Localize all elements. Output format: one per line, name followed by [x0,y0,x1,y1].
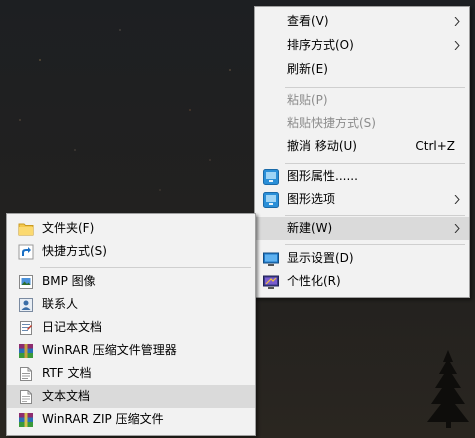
chevron-right-icon [454,224,460,233]
menu-item-refresh[interactable]: 刷新(E) [255,58,469,81]
folder-icon [18,223,34,236]
menu-item-view[interactable]: 查看(V) [255,10,469,33]
menu-item-undo-move[interactable]: 撤消 移动(U) Ctrl+Z [255,135,469,158]
submenu-item-label: WinRAR ZIP 压缩文件 [42,412,164,426]
menu-item-label: 查看(V) [287,14,329,28]
submenu-item-rtf-document[interactable]: RTF 文档 [7,362,255,385]
submenu-item-label: 联系人 [42,297,79,311]
menu-item-personalize[interactable]: 个性化(R) [255,270,469,293]
menu-separator [285,244,465,245]
tree-silhouette-decoration [427,350,469,428]
submenu-item-label: 文本文档 [42,389,91,403]
menu-item-shortcut: Ctrl+Z [415,139,455,153]
submenu-item-winrar-archive[interactable]: WinRAR 压缩文件管理器 [7,339,255,362]
menu-item-label: 个性化(R) [287,274,341,288]
menu-item-label: 新建(W) [287,221,333,235]
submenu-item-bmp-image[interactable]: BMP 图像 [7,270,255,293]
submenu-item-label: 文件夹(F) [42,221,95,235]
submenu-item-folder[interactable]: 文件夹(F) [7,217,255,240]
menu-item-display-settings[interactable]: 显示设置(D) [255,247,469,270]
menu-separator [285,215,465,216]
submenu-item-label: RTF 文档 [42,366,92,380]
submenu-item-label: 快捷方式(S) [42,244,107,258]
submenu-item-shortcut[interactable]: 快捷方式(S) [7,240,255,263]
menu-separator [285,87,465,88]
bmp-image-icon [19,275,33,289]
desktop-context-menu: 查看(V) 排序方式(O) 刷新(E) 粘贴(P) 粘贴快捷方式(S) 撤消 移… [254,6,470,298]
chevron-right-icon [454,17,460,26]
personalize-icon [263,275,279,289]
menu-separator [285,163,465,164]
menu-separator [40,267,251,268]
menu-item-label: 粘贴(P) [287,93,328,107]
submenu-item-label: 日记本文档 [42,320,103,334]
new-submenu: 文件夹(F) 快捷方式(S) BMP 图像 联系人 日记本文档 WinRAR 压… [6,213,256,436]
menu-item-paste[interactable]: 粘贴(P) [255,89,469,112]
submenu-item-winrar-zip[interactable]: WinRAR ZIP 压缩文件 [7,408,255,431]
shortcut-icon [18,244,34,260]
menu-item-paste-shortcut[interactable]: 粘贴快捷方式(S) [255,112,469,135]
menu-item-label: 粘贴快捷方式(S) [287,116,376,130]
menu-item-label: 排序方式(O) [287,38,354,52]
menu-item-label: 显示设置(D) [287,251,354,265]
journal-document-icon [20,321,32,335]
submenu-item-label: BMP 图像 [42,274,96,288]
menu-item-label: 图形属性...... [287,169,358,183]
menu-item-label: 撤消 移动(U) [287,139,357,153]
chevron-right-icon [454,195,460,204]
menu-item-label: 刷新(E) [287,62,328,76]
submenu-item-text-document[interactable]: 文本文档 [7,385,255,408]
menu-item-label: 图形选项 [287,192,336,206]
menu-item-graphics-properties[interactable]: 图形属性...... [255,165,469,188]
menu-item-graphics-options[interactable]: 图形选项 [255,188,469,211]
text-document-icon [20,390,32,404]
chevron-right-icon [454,41,460,50]
submenu-item-contact[interactable]: 联系人 [7,293,255,316]
contact-icon [19,298,33,312]
graphics-options-icon [263,192,279,208]
submenu-item-label: WinRAR 压缩文件管理器 [42,343,177,357]
graphics-properties-icon [263,169,279,185]
winrar-archive-icon [19,344,33,358]
submenu-item-journal-document[interactable]: 日记本文档 [7,316,255,339]
winrar-zip-icon [19,413,33,427]
menu-item-sort-by[interactable]: 排序方式(O) [255,34,469,57]
display-settings-icon [263,252,279,266]
rtf-document-icon [20,367,32,381]
menu-item-new[interactable]: 新建(W) [255,217,469,240]
